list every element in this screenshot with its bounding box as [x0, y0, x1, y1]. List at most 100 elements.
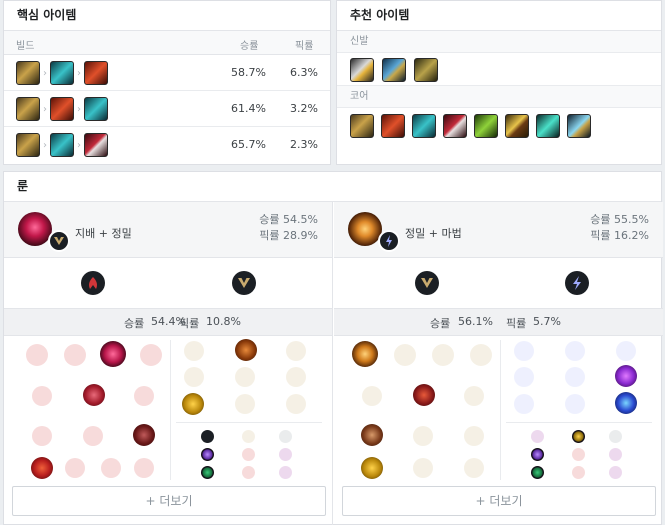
rune-option-icon[interactable]	[184, 367, 204, 387]
electrocute-rune-icon[interactable]	[100, 341, 126, 367]
shard-option-icon[interactable]	[279, 448, 292, 461]
item-crimson-scythe-icon[interactable]	[443, 114, 467, 138]
item-teal-claw-icon[interactable]	[84, 97, 108, 121]
health-shard-icon[interactable]	[531, 466, 544, 479]
rune-option-icon[interactable]	[394, 344, 416, 366]
rune-option-icon[interactable]	[514, 367, 534, 387]
shard-option-icon[interactable]	[609, 466, 622, 479]
rune-option-icon[interactable]	[362, 386, 382, 406]
rune-option-icon[interactable]	[470, 344, 492, 366]
show-more-button[interactable]: + 더보기	[342, 486, 656, 516]
item-ice-blade-icon[interactable]	[567, 114, 591, 138]
rune-option-icon[interactable]	[65, 458, 85, 478]
rune-option-icon[interactable]	[464, 458, 484, 478]
rune-option-icon[interactable]	[413, 426, 433, 446]
rune-option-icon[interactable]	[286, 394, 306, 414]
win-rate-header: 승률	[240, 41, 259, 52]
rune-option-icon[interactable]	[184, 341, 204, 361]
shard-option-icon[interactable]	[279, 430, 292, 443]
boots-blue-icon[interactable]	[382, 58, 406, 82]
rune-option-icon[interactable]	[64, 344, 86, 366]
item-golden-sword-icon[interactable]	[505, 114, 529, 138]
legend-bloodline-rune-icon[interactable]	[235, 339, 257, 361]
rune-detail-stats: 승률 56.1% 픽률 5.7%	[334, 309, 663, 336]
rune-option-icon[interactable]	[134, 386, 154, 406]
item-green-blade-icon[interactable]	[474, 114, 498, 138]
grid-divider	[506, 422, 652, 423]
build-row[interactable]: › › 58.7% 6.3%	[4, 55, 330, 91]
build-win-rate: 65.7%	[231, 138, 266, 151]
shard-option-icon[interactable]	[531, 430, 544, 443]
core-items-row	[337, 108, 661, 141]
rune-option-icon[interactable]	[514, 341, 534, 361]
attack-speed-shard-icon[interactable]	[572, 430, 585, 443]
rune-option-icon[interactable]	[464, 386, 484, 406]
rune-page-precision[interactable]: 정밀 + 마법 승률 55.5% 픽률 16.2% 승률 56.1% 픽률 5.…	[334, 202, 663, 525]
rune-option-icon[interactable]	[514, 394, 534, 414]
shard-option-icon[interactable]	[609, 448, 622, 461]
legend-alacrity-rune-icon[interactable]	[361, 424, 383, 446]
sorcery-tree-icon	[378, 230, 400, 252]
taste-of-blood-rune-icon[interactable]	[83, 384, 105, 406]
item-teal-claw-icon[interactable]	[412, 114, 436, 138]
triumph-rune-icon[interactable]	[413, 384, 435, 406]
rune-option-icon[interactable]	[432, 344, 454, 366]
item-red-blade-icon[interactable]	[84, 61, 108, 85]
rune-option-icon[interactable]	[616, 341, 636, 361]
shard-option-icon[interactable]	[572, 448, 585, 461]
show-more-button[interactable]: + 더보기	[12, 486, 326, 516]
item-red-blade-icon[interactable]	[381, 114, 405, 138]
rune-option-icon[interactable]	[140, 344, 162, 366]
rune-option-icon[interactable]	[286, 367, 306, 387]
item-teal-claw-icon[interactable]	[50, 61, 74, 85]
build-row[interactable]: › › 65.7% 2.3%	[4, 127, 330, 163]
conqueror-keystone-icon	[348, 212, 382, 246]
coup-de-grace-rune-icon[interactable]	[361, 457, 383, 479]
shard-option-icon[interactable]	[242, 466, 255, 479]
adaptive-force-shard-icon[interactable]	[201, 448, 214, 461]
item-greatsword-icon[interactable]	[350, 114, 374, 138]
rune-option-icon[interactable]	[565, 341, 585, 361]
item-greatsword-icon[interactable]	[16, 133, 40, 157]
eyeball-collection-rune-icon[interactable]	[133, 424, 155, 446]
gathering-storm-rune-icon[interactable]	[615, 392, 637, 414]
shard-option-icon[interactable]	[242, 448, 255, 461]
rune-option-icon[interactable]	[286, 341, 306, 361]
rune-option-icon[interactable]	[32, 386, 52, 406]
shard-option-icon[interactable]	[242, 430, 255, 443]
boots-gold-icon[interactable]	[414, 58, 438, 82]
arrow-icon: ›	[77, 67, 81, 79]
item-crimson-scythe-icon[interactable]	[84, 133, 108, 157]
shard-option-icon[interactable]	[609, 430, 622, 443]
rune-option-icon[interactable]	[134, 458, 154, 478]
arrow-icon: ›	[77, 103, 81, 115]
item-red-blade-icon[interactable]	[50, 97, 74, 121]
rune-page-domination[interactable]: 지배 + 정밀 승률 54.5% 픽률 28.9% 승률 54.4% 픽률 10…	[4, 202, 333, 525]
coup-de-grace-rune-icon[interactable]	[182, 393, 204, 415]
boots-silver-icon[interactable]	[350, 58, 374, 82]
health-shard-icon[interactable]	[201, 466, 214, 479]
item-greatsword-icon[interactable]	[16, 61, 40, 85]
build-row[interactable]: › › 61.4% 3.2%	[4, 91, 330, 127]
shard-option-icon[interactable]	[279, 466, 292, 479]
treasure-hunter-rune-icon[interactable]	[31, 457, 53, 479]
rune-option-icon[interactable]	[464, 426, 484, 446]
shard-option-icon[interactable]	[572, 466, 585, 479]
rune-option-icon[interactable]	[235, 394, 255, 414]
item-cyan-bow-icon[interactable]	[536, 114, 560, 138]
celerity-rune-icon[interactable]	[615, 365, 637, 387]
rune-option-icon[interactable]	[565, 367, 585, 387]
attack-speed-shard-icon[interactable]	[201, 430, 214, 443]
rune-option-icon[interactable]	[26, 344, 48, 366]
rune-option-icon[interactable]	[101, 458, 121, 478]
adaptive-force-shard-icon[interactable]	[531, 448, 544, 461]
rune-option-icon[interactable]	[235, 367, 255, 387]
recommended-items-title: 추천 아이템	[337, 1, 661, 31]
rune-option-icon[interactable]	[83, 426, 103, 446]
item-greatsword-icon[interactable]	[16, 97, 40, 121]
rune-option-icon[interactable]	[32, 426, 52, 446]
conqueror-rune-icon[interactable]	[352, 341, 378, 367]
rune-option-icon[interactable]	[565, 394, 585, 414]
rune-option-icon[interactable]	[413, 458, 433, 478]
item-teal-claw-icon[interactable]	[50, 133, 74, 157]
